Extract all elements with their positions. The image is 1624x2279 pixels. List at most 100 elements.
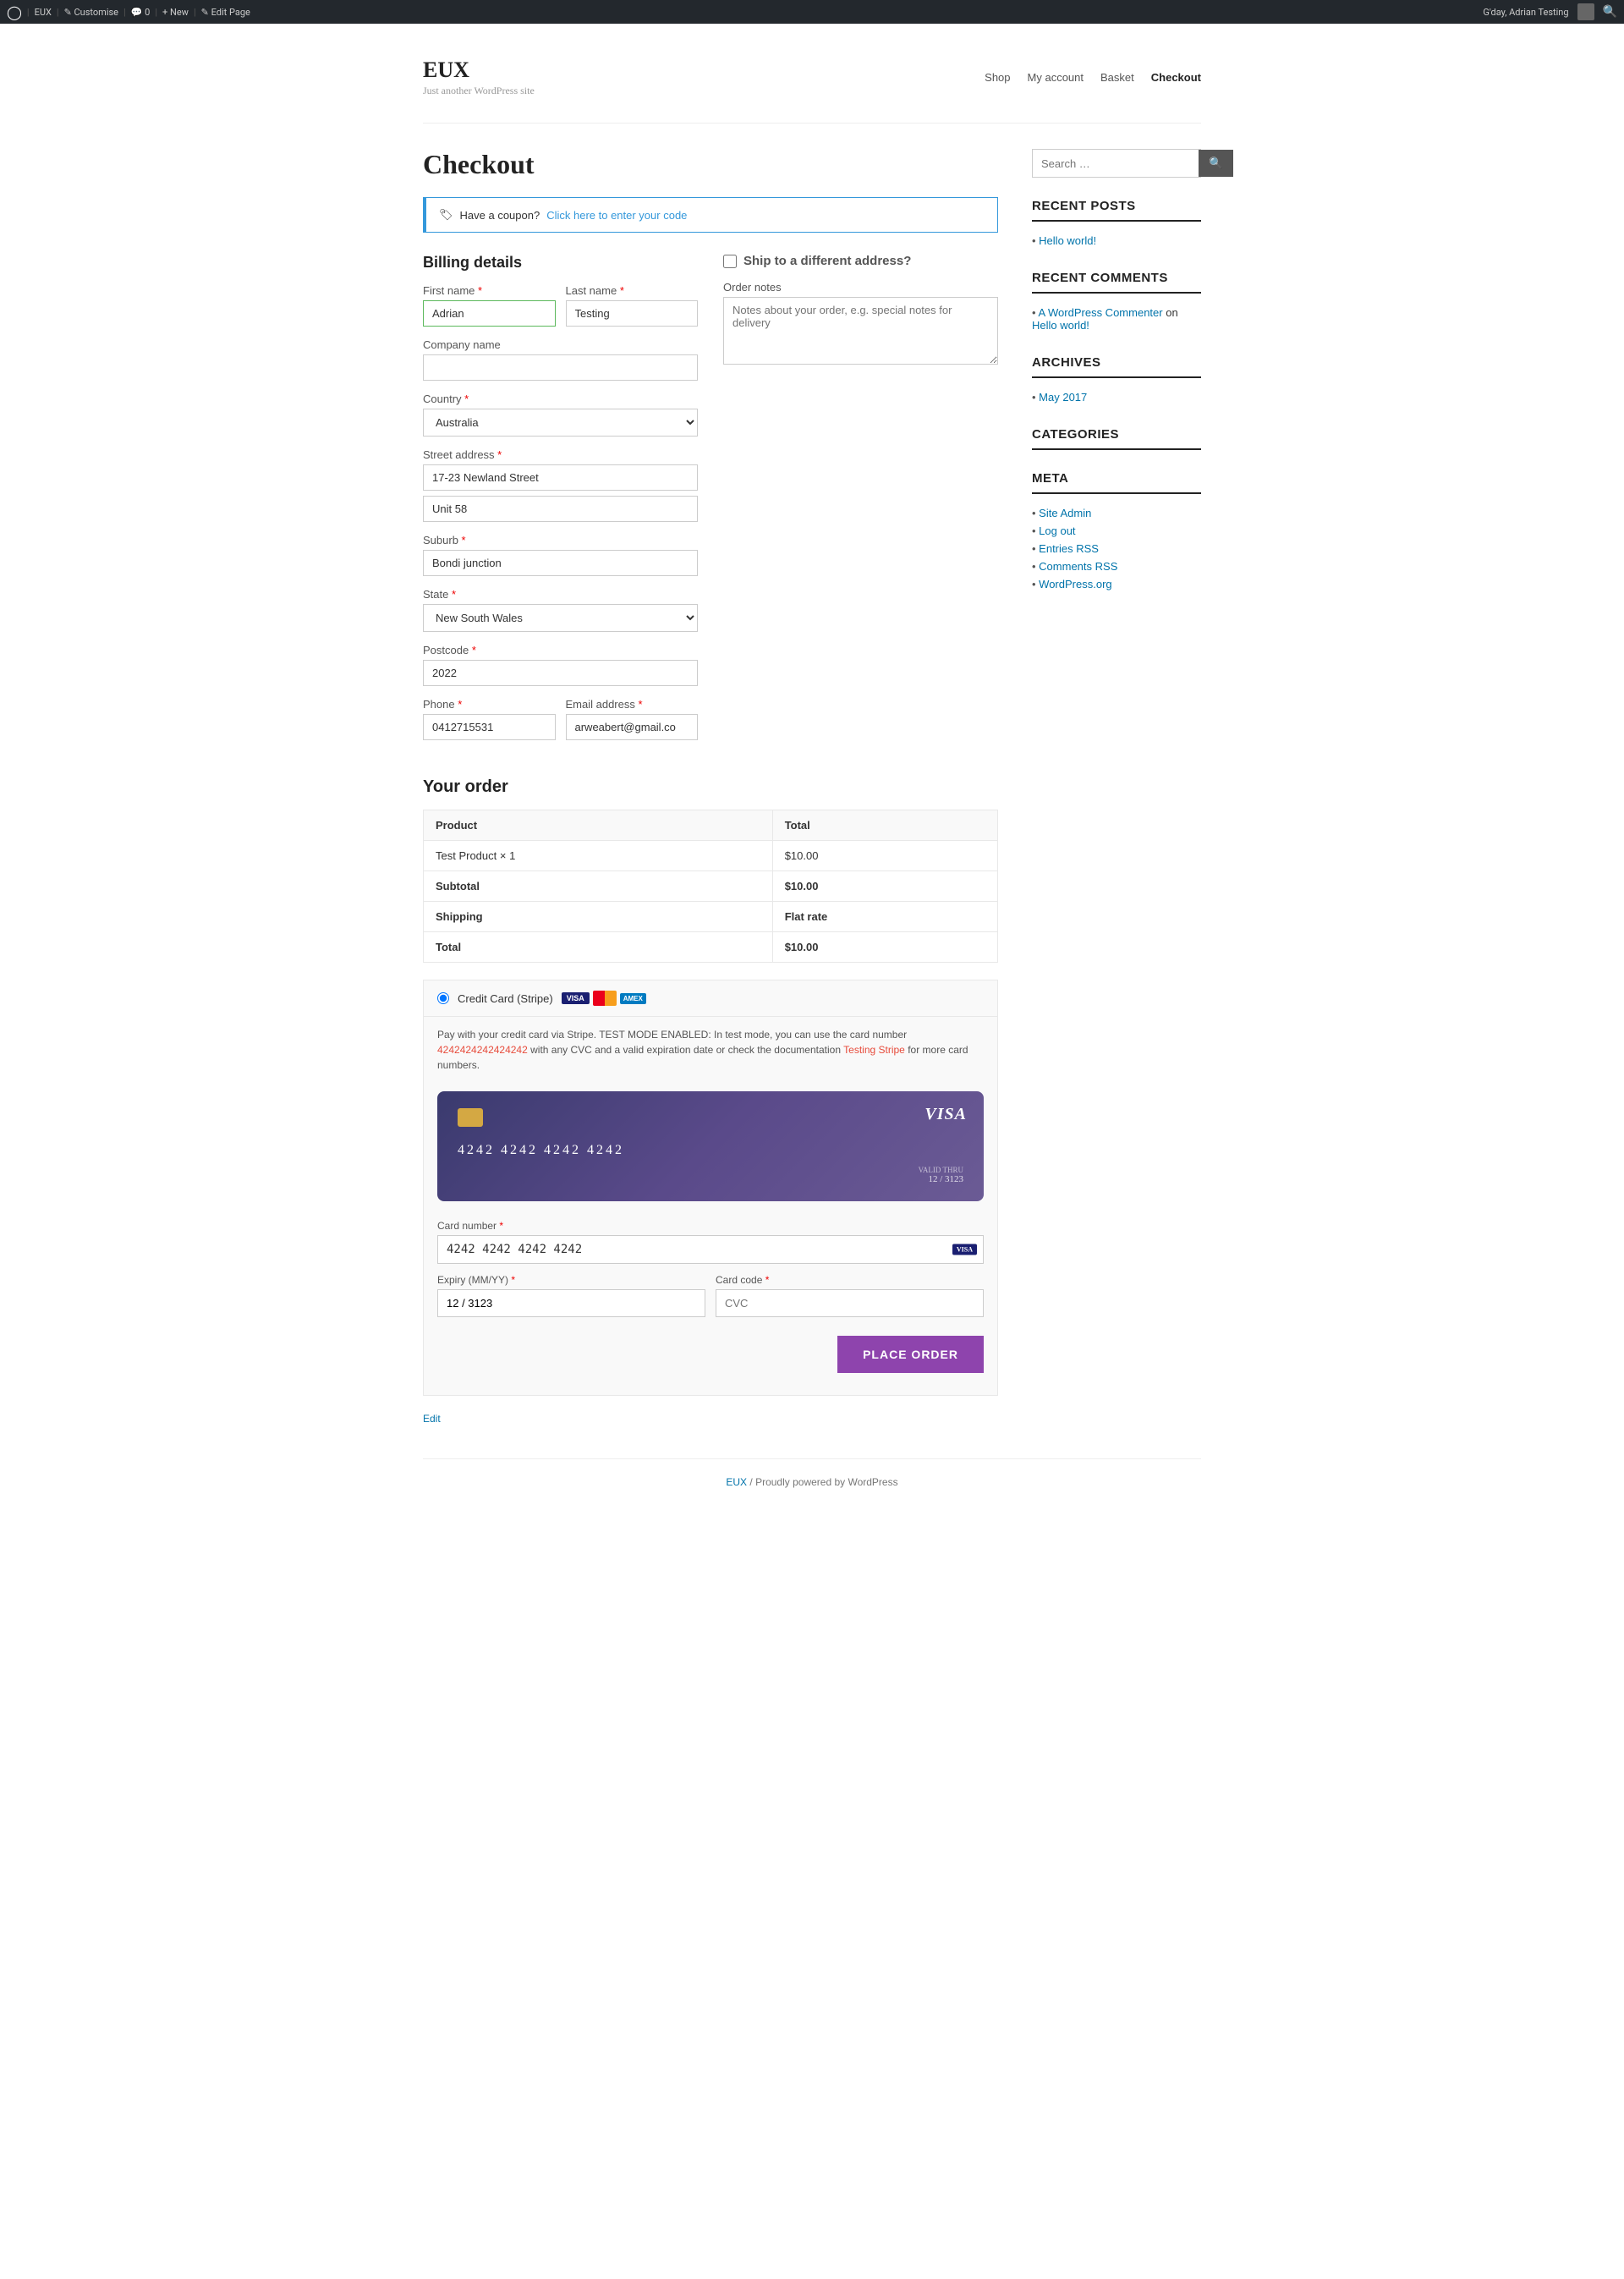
last-name-input[interactable]	[566, 300, 699, 327]
site-title-link[interactable]: EUX	[423, 58, 469, 82]
meta-item-siteadmin: Site Admin	[1032, 504, 1201, 522]
search-icon: 🔍	[1209, 157, 1223, 169]
company-input[interactable]	[423, 354, 698, 381]
nav-shop[interactable]: Shop	[985, 71, 1010, 84]
footer-powered-by: Proudly powered by WordPress	[755, 1476, 898, 1488]
postcode-field: Postcode *	[423, 644, 698, 686]
place-order-button[interactable]: PLACE ORDER	[837, 1336, 984, 1373]
meta-item-logout: Log out	[1032, 522, 1201, 540]
coupon-text: Have a coupon?	[460, 209, 540, 222]
meta-item-wordpress: WordPress.org	[1032, 575, 1201, 593]
order-subtotal-row: Subtotal $10.00	[424, 871, 998, 902]
postcode-label: Postcode *	[423, 644, 698, 656]
expiry-input[interactable]	[437, 1289, 705, 1317]
phone-field: Phone *	[423, 698, 556, 740]
nav-checkout[interactable]: Checkout	[1151, 71, 1201, 84]
order-notes-input[interactable]	[723, 297, 998, 365]
search-input[interactable]	[1033, 150, 1199, 177]
comments-rss-link[interactable]: Comments RSS	[1039, 560, 1117, 573]
ship-different-checkbox[interactable]	[723, 255, 737, 268]
admin-bar-new[interactable]: + New	[162, 7, 189, 18]
admin-bar-greeting[interactable]: G'day, Adrian Testing	[1483, 7, 1568, 18]
meta-list: Site Admin Log out Entries RSS Comments …	[1032, 504, 1201, 593]
admin-bar-customize[interactable]: ✎ Customise	[64, 7, 118, 18]
coupon-icon: 🏷	[439, 208, 453, 222]
comment-post-link[interactable]: Hello world!	[1032, 319, 1089, 332]
nav-basket[interactable]: Basket	[1100, 71, 1134, 84]
edit-page-link[interactable]: Edit	[423, 1413, 998, 1425]
recent-comments-list: A WordPress Commenter on Hello world!	[1032, 304, 1201, 334]
admin-bar-avatar	[1577, 3, 1594, 20]
sidebar-search: 🔍	[1032, 149, 1201, 178]
phone-input[interactable]	[423, 714, 556, 740]
card-number-input[interactable]	[437, 1235, 984, 1264]
recent-post-link[interactable]: Hello world!	[1039, 234, 1096, 247]
card-form: Card number * VISA Expiry (MM/YY) * Card	[424, 1210, 997, 1395]
logout-link[interactable]: Log out	[1039, 524, 1075, 537]
wordpress-link[interactable]: WordPress.org	[1039, 578, 1111, 590]
subtotal-value: $10.00	[772, 871, 997, 902]
recent-comments-title: RECENT COMMENTS	[1032, 271, 1201, 294]
search-form: 🔍	[1032, 149, 1201, 178]
search-submit-button[interactable]: 🔍	[1199, 150, 1233, 177]
recent-comment-item: A WordPress Commenter on Hello world!	[1032, 304, 1201, 334]
archive-item: May 2017	[1032, 388, 1201, 406]
wp-logo-icon[interactable]: ◯	[7, 4, 22, 20]
coupon-bar: 🏷 Have a coupon? Click here to enter you…	[423, 197, 998, 233]
meta-item-comments-rss: Comments RSS	[1032, 557, 1201, 575]
state-label: State *	[423, 588, 698, 601]
street-input[interactable]	[423, 464, 698, 491]
cvc-input[interactable]	[716, 1289, 984, 1317]
page-title: Checkout	[423, 149, 998, 180]
card-form-halves: Expiry (MM/YY) * Card code *	[437, 1274, 984, 1327]
email-input[interactable]	[566, 714, 699, 740]
your-order-section: Your order Product Total Test Product × …	[423, 777, 998, 963]
site-branding: EUX Just another WordPress site	[423, 58, 535, 97]
billing-title: Billing details	[423, 254, 698, 272]
cc-card-visual: VISA 4242 4242 4242 4242 VALID THRU 12 /…	[437, 1091, 984, 1201]
shipping-section: Ship to a different address? Order notes	[723, 254, 998, 752]
entries-rss-link[interactable]: Entries RSS	[1039, 542, 1099, 555]
first-name-input[interactable]	[423, 300, 556, 327]
order-item-total: $10.00	[772, 841, 997, 871]
postcode-input[interactable]	[423, 660, 698, 686]
recent-comments-section: RECENT COMMENTS A WordPress Commenter on…	[1032, 271, 1201, 334]
ship-different-label: Ship to a different address?	[743, 254, 911, 268]
archive-link[interactable]: May 2017	[1039, 391, 1087, 404]
nav-myaccount[interactable]: My account	[1028, 71, 1084, 84]
total-label: Total	[424, 932, 773, 963]
admin-bar-edit-page[interactable]: ✎ Edit Page	[201, 7, 250, 18]
meta-item-entries-rss: Entries RSS	[1032, 540, 1201, 557]
admin-bar-site[interactable]: EUX	[35, 7, 52, 18]
suburb-field: Suburb *	[423, 534, 698, 576]
admin-bar-comments[interactable]: 💬 0	[131, 7, 151, 18]
expiry-field: Expiry (MM/YY) *	[437, 1274, 705, 1317]
state-select[interactable]: New South Wales	[423, 604, 698, 632]
footer-site-link[interactable]: EUX	[726, 1476, 747, 1488]
country-select[interactable]: Australia	[423, 409, 698, 437]
place-order-wrap: PLACE ORDER	[437, 1327, 984, 1381]
commenter-link[interactable]: A WordPress Commenter	[1038, 306, 1162, 319]
street2-input[interactable]	[423, 496, 698, 522]
payment-method-label: Credit Card (Stripe)	[458, 992, 553, 1005]
coupon-link[interactable]: Click here to enter your code	[546, 209, 687, 222]
plus-icon: +	[162, 7, 167, 18]
ship-different-row: Ship to a different address?	[723, 254, 998, 268]
order-item-row: Test Product × 1 $10.00	[424, 841, 998, 871]
payment-radio[interactable]	[437, 992, 449, 1004]
card-number-link[interactable]: 4242424242424242	[437, 1044, 528, 1056]
recent-post-item: Hello world!	[1032, 232, 1201, 250]
card-input-visa-badge: VISA	[952, 1244, 977, 1255]
amex-badge: AMEX	[620, 993, 646, 1004]
admin-bar: ◯ | EUX | ✎ Customise | 💬 0 | + New | ✎ …	[0, 0, 1624, 24]
admin-bar-search[interactable]: 🔍	[1603, 5, 1617, 19]
country-label: Country *	[423, 393, 698, 405]
site-header: EUX Just another WordPress site Shop My …	[423, 41, 1201, 124]
testing-stripe-link[interactable]: Testing Stripe	[843, 1044, 905, 1056]
payment-method-row: Credit Card (Stripe) VISA AMEX	[424, 980, 997, 1017]
archives-list: May 2017	[1032, 388, 1201, 406]
site-admin-link[interactable]: Site Admin	[1039, 507, 1091, 519]
archives-title: ARCHIVES	[1032, 355, 1201, 378]
subtotal-label: Subtotal	[424, 871, 773, 902]
suburb-input[interactable]	[423, 550, 698, 576]
